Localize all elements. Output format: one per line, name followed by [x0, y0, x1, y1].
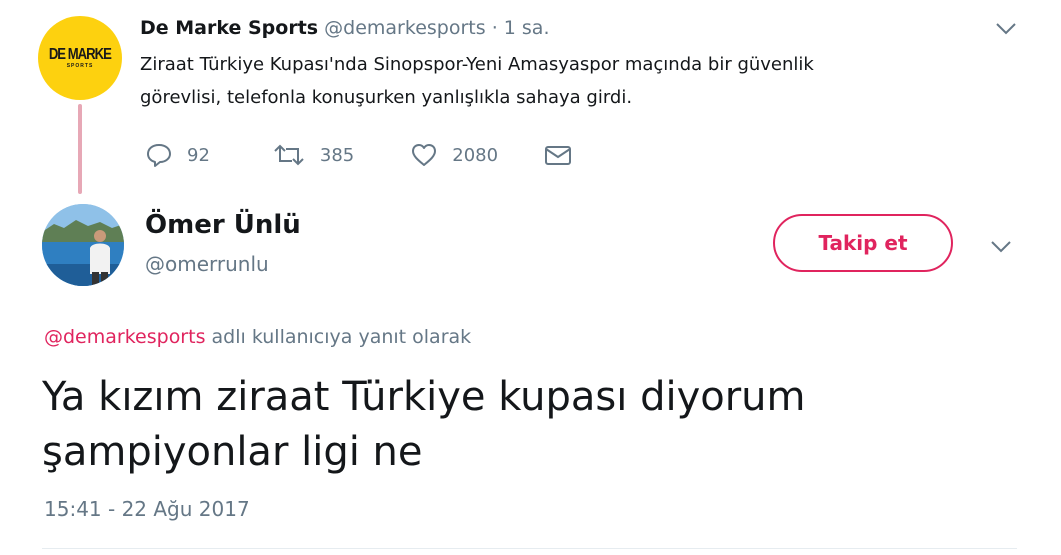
avatar-logo-subtext: SPORTS: [66, 63, 94, 69]
reply-author-handle[interactable]: @omerrunlu: [145, 250, 269, 278]
reply-count: 92: [187, 144, 210, 166]
tweet-actions: 92 385 2080: [145, 140, 572, 170]
retweet-action[interactable]: 385: [272, 142, 354, 168]
chevron-down-icon[interactable]: [995, 22, 1017, 36]
like-count: 2080: [452, 144, 499, 166]
replying-to-context: @demarkesports adlı kullanıcıya yanıt ol…: [44, 322, 471, 352]
tweet-timestamp[interactable]: 15:41 - 22 Ağu 2017: [44, 494, 250, 524]
parent-author-handle[interactable]: @demarkesports: [324, 17, 485, 39]
reply-icon[interactable]: [145, 142, 173, 168]
demarke-avatar[interactable]: DE MARKE SPORTS: [38, 16, 122, 100]
replying-to-label: adlı kullanıcıya yanıt olarak: [205, 326, 472, 348]
parent-tweet-time[interactable]: 1 sa.: [504, 17, 550, 39]
reply-tweet-text-line: şampiyonlar ligi ne: [42, 429, 423, 475]
like-action[interactable]: 2080: [410, 142, 498, 168]
retweet-icon[interactable]: [272, 142, 306, 168]
user-avatar[interactable]: [42, 204, 124, 286]
replying-to-mention[interactable]: @demarkesports: [44, 326, 205, 348]
parent-tweet-text-line: Ziraat Türkiye Kupası'nda Sinopspor-Yeni…: [140, 54, 814, 75]
envelope-icon[interactable]: [544, 143, 572, 167]
reply-action[interactable]: 92: [145, 142, 210, 168]
follow-button[interactable]: Takip et: [773, 214, 953, 272]
chevron-down-icon[interactable]: [990, 240, 1012, 254]
parent-tweet-text-line: görevlisi, telefonla konuşurken yanlışlı…: [140, 87, 633, 108]
direct-message-action[interactable]: [544, 143, 572, 167]
parent-tweet-text: Ziraat Türkiye Kupası'nda Sinopspor-Yeni…: [140, 48, 980, 114]
divider: [42, 548, 1017, 549]
tweet-thread: DE MARKE SPORTS De Marke Sports @demarke…: [0, 0, 1061, 555]
reply-tweet-text-line: Ya kızım ziraat Türkiye kupası diyorum: [42, 374, 806, 420]
reply-tweet-text: Ya kızım ziraat Türkiye kupası diyorum ş…: [42, 370, 1022, 480]
heart-icon[interactable]: [410, 142, 438, 168]
retweet-count: 385: [319, 144, 355, 166]
thread-connector-line: [78, 104, 82, 194]
parent-tweet-header: De Marke Sports @demarkesports · 1 sa.: [140, 14, 550, 42]
reply-author-name[interactable]: Ömer Ünlü: [145, 207, 301, 243]
avatar-logo-text: DE MARKE: [48, 46, 112, 63]
parent-author-name[interactable]: De Marke Sports: [140, 17, 318, 39]
header-separator: ·: [491, 17, 498, 39]
